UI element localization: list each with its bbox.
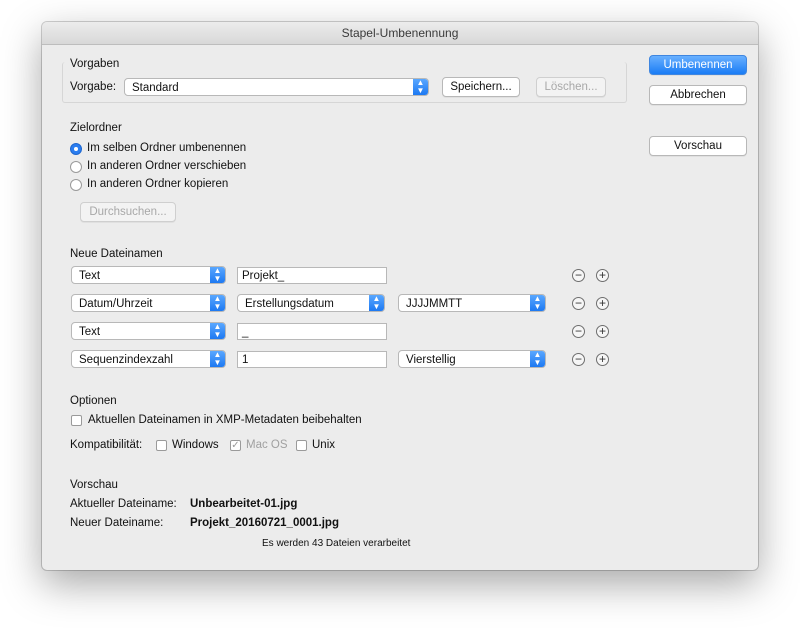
name-part-type-value-3: Text xyxy=(79,326,101,338)
add-row-button-2[interactable]: + xyxy=(596,297,609,310)
up-down-chevron-icon: ▲ ▼ xyxy=(210,267,225,283)
keep-xmp-checkbox[interactable] xyxy=(71,415,82,426)
new-filename-value: Projekt_20160721_0001.jpg xyxy=(190,517,339,529)
up-down-chevron-icon: ▲ ▼ xyxy=(369,295,384,311)
name-part-type-select-4[interactable]: Sequenzindexzahl ▲ ▼ xyxy=(71,350,226,368)
radio-copy-folder[interactable] xyxy=(70,179,82,191)
name-part-type-select-1[interactable]: Text ▲ ▼ xyxy=(71,266,226,284)
radio-move-folder[interactable] xyxy=(70,161,82,173)
date-format-value: JJJJMMTT xyxy=(406,298,463,310)
remove-row-button-4[interactable]: − xyxy=(572,353,585,366)
new-filename-label: Neuer Dateiname: xyxy=(70,517,164,529)
current-filename-label: Aktueller Dateiname: xyxy=(70,498,177,510)
windows-checkbox[interactable] xyxy=(156,440,167,451)
sequence-start-input[interactable]: 1 xyxy=(237,351,387,368)
up-down-chevron-icon: ▲ ▼ xyxy=(210,351,225,367)
macos-label: Mac OS xyxy=(246,439,288,451)
remove-row-button-3[interactable]: − xyxy=(572,325,585,338)
cancel-button[interactable]: Abbrechen xyxy=(649,85,747,105)
add-row-button-4[interactable]: + xyxy=(596,353,609,366)
sequence-format-select[interactable]: Vierstellig ▲ ▼ xyxy=(398,350,546,368)
rename-button[interactable]: Umbenennen xyxy=(649,55,747,75)
up-down-chevron-icon: ▲ ▼ xyxy=(210,323,225,339)
preset-select-value: Standard xyxy=(132,82,179,94)
batch-rename-dialog: Stapel-Umbenennung Umbenennen Abbrechen … xyxy=(42,22,758,570)
radio-same-folder-label: Im selben Ordner umbenennen xyxy=(87,142,247,154)
name-part-text-input-1[interactable]: Projekt_ xyxy=(237,267,387,284)
save-preset-button[interactable]: Speichern... xyxy=(442,77,520,97)
name-part-type-value-2: Datum/Uhrzeit xyxy=(79,298,153,310)
name-part-type-select-2[interactable]: Datum/Uhrzeit ▲ ▼ xyxy=(71,294,226,312)
name-part-text-input-3[interactable]: _ xyxy=(237,323,387,340)
add-row-button-3[interactable]: + xyxy=(596,325,609,338)
preset-select[interactable]: Standard ▲ ▼ xyxy=(124,78,429,96)
unix-label: Unix xyxy=(312,439,336,451)
date-source-value: Erstellungsdatum xyxy=(245,298,334,310)
up-down-chevron-icon: ▲ ▼ xyxy=(413,79,428,95)
name-part-type-select-3[interactable]: Text ▲ ▼ xyxy=(71,322,226,340)
remove-row-button-2[interactable]: − xyxy=(572,297,585,310)
preview-title: Vorschau xyxy=(70,479,118,491)
name-part-type-value-1: Text xyxy=(79,270,101,282)
windows-label: Windows xyxy=(172,439,219,451)
radio-move-folder-label: In anderen Ordner verschieben xyxy=(87,160,247,172)
preset-label: Vorgabe: xyxy=(70,81,117,93)
browse-button[interactable]: Durchsuchen... xyxy=(80,202,176,222)
file-count-text: Es werden 43 Dateien verarbeitet xyxy=(262,538,411,549)
compat-label: Kompatibilität: xyxy=(70,439,143,451)
date-source-select[interactable]: Erstellungsdatum ▲ ▼ xyxy=(237,294,385,312)
date-format-select[interactable]: JJJJMMTT ▲ ▼ xyxy=(398,294,546,312)
preview-button[interactable]: Vorschau xyxy=(649,136,747,156)
name-part-type-value-4: Sequenzindexzahl xyxy=(79,354,173,366)
radio-copy-folder-label: In anderen Ordner kopieren xyxy=(87,178,229,190)
up-down-chevron-icon: ▲ ▼ xyxy=(210,295,225,311)
new-names-title: Neue Dateinamen xyxy=(70,248,163,260)
radio-same-folder[interactable] xyxy=(70,143,82,155)
up-down-chevron-icon: ▲ ▼ xyxy=(530,351,545,367)
add-row-button-1[interactable]: + xyxy=(596,269,609,282)
unix-checkbox[interactable] xyxy=(296,440,307,451)
window-title: Stapel-Umbenennung xyxy=(42,22,758,45)
keep-xmp-label: Aktuellen Dateinamen in XMP-Metadaten be… xyxy=(88,414,362,426)
sequence-format-value: Vierstellig xyxy=(406,354,456,366)
delete-preset-button[interactable]: Löschen... xyxy=(536,77,606,97)
options-title: Optionen xyxy=(70,395,117,407)
remove-row-button-1[interactable]: − xyxy=(572,269,585,282)
macos-checkbox[interactable]: ✓ xyxy=(230,440,241,451)
destination-title: Zielordner xyxy=(70,122,122,134)
current-filename-value: Unbearbeitet-01.jpg xyxy=(190,498,298,510)
up-down-chevron-icon: ▲ ▼ xyxy=(530,295,545,311)
